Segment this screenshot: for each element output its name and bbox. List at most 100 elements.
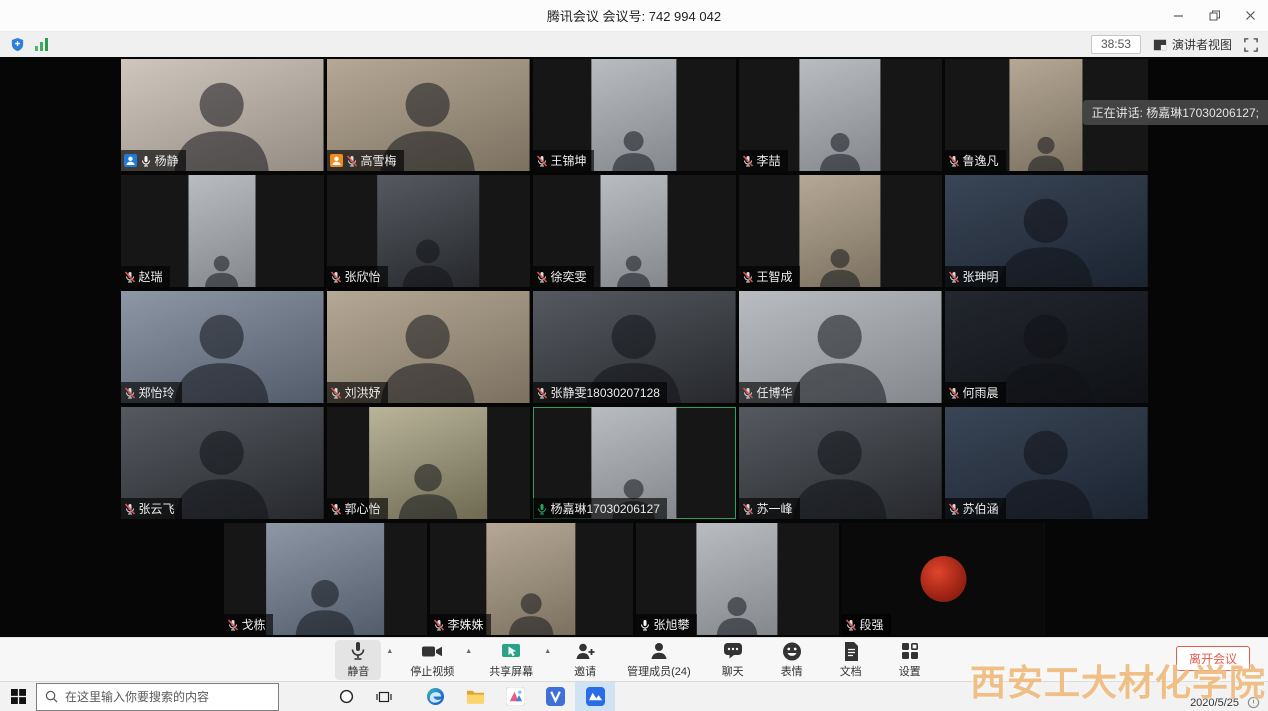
host-badge-icon <box>124 154 137 167</box>
layout-icon <box>1153 38 1167 52</box>
app-triangles-icon[interactable] <box>495 682 535 711</box>
participant-tile[interactable]: 张云飞 <box>121 407 324 519</box>
toolbar-docs-button[interactable]: 文档 <box>828 640 874 680</box>
edge-browser-icon[interactable] <box>415 682 455 711</box>
mic-muted-icon <box>948 271 960 283</box>
meeting-top-bar: 38:53 演讲者视图 <box>0 32 1268 57</box>
mic-muted-icon <box>124 271 136 283</box>
participant-tile[interactable]: 郑怡玲 <box>121 291 324 403</box>
toolbar-item-label: 共享屏幕 <box>489 663 533 679</box>
participant-name-label: 王锦坤 <box>533 150 594 171</box>
notification-icon[interactable] <box>1247 696 1260 711</box>
participant-tile[interactable]: 张欣怡 <box>327 175 530 287</box>
toolbar-emoji-button[interactable]: 表情 <box>769 640 815 680</box>
participant-tile[interactable]: 任博华 <box>739 291 942 403</box>
meeting-timer: 38:53 <box>1091 35 1141 54</box>
participant-tile[interactable]: 王智成 <box>739 175 942 287</box>
participant-name: 王智成 <box>757 268 793 285</box>
participant-name: 李姝姝 <box>448 616 484 633</box>
taskbar-search[interactable] <box>36 683 279 711</box>
caret-up-icon[interactable]: ▲ <box>465 648 472 655</box>
docs-icon <box>840 641 862 662</box>
cortana-icon[interactable] <box>327 682 365 711</box>
toolbar-invite-button[interactable]: 邀请 <box>562 640 608 680</box>
participant-tile[interactable]: 戈栋 <box>224 523 427 635</box>
shield-icon[interactable] <box>10 37 25 52</box>
mic-muted-icon <box>536 155 548 167</box>
participant-tile[interactable]: 杨嘉琳17030206127 <box>533 407 736 519</box>
participant-tile[interactable]: 张旭攀 <box>636 523 839 635</box>
emoji-icon <box>781 641 803 662</box>
video-row: 戈栋 李姝姝 张旭攀 段强 <box>0 521 1268 637</box>
leave-meeting-button[interactable]: 离开会议 <box>1176 646 1250 671</box>
minimize-icon[interactable] <box>1160 0 1196 31</box>
participant-tile[interactable]: 杨静 <box>121 59 324 171</box>
toolbar-item-label: 静音 <box>347 663 369 679</box>
participant-tile[interactable]: 高雪梅 <box>327 59 530 171</box>
participant-name-label: 张欣怡 <box>327 266 388 287</box>
caret-up-icon[interactable]: ▲ <box>386 648 393 655</box>
participant-tile[interactable]: 王锦坤 <box>533 59 736 171</box>
participant-name-label: 张旭攀 <box>636 614 697 635</box>
caret-up-icon[interactable]: ▲ <box>544 648 551 655</box>
participant-tile[interactable]: 郭心怡 <box>327 407 530 519</box>
toolbar-item-label: 邀请 <box>574 663 596 679</box>
participant-tile[interactable]: 段强 <box>842 523 1045 635</box>
toolbar-camera-button[interactable]: 停止视频 <box>404 640 460 680</box>
participant-tile[interactable]: 张珅明 <box>945 175 1148 287</box>
participant-name: 何雨晨 <box>963 384 999 401</box>
mic-muted-icon <box>124 387 136 399</box>
participant-tile[interactable]: 何雨晨 <box>945 291 1148 403</box>
taskbar-date[interactable]: 2020/5/25 <box>1190 697 1239 711</box>
participant-tile[interactable]: 徐奕雯 <box>533 175 736 287</box>
mic-muted-icon <box>346 155 358 167</box>
cohost-badge-icon <box>330 154 343 167</box>
participant-name-label: 戈栋 <box>224 614 273 635</box>
participant-tile[interactable]: 苏一峰 <box>739 407 942 519</box>
toolbar-members-button[interactable]: 管理成员(24) <box>621 640 697 680</box>
mic-muted-icon <box>845 619 857 631</box>
participant-tile[interactable]: 刘洪妤 <box>327 291 530 403</box>
speaker-view-button[interactable]: 演讲者视图 <box>1153 36 1232 53</box>
fullscreen-icon[interactable] <box>1244 38 1258 52</box>
participant-tile[interactable]: 赵瑞 <box>121 175 324 287</box>
participant-name: 张欣怡 <box>345 268 381 285</box>
toolbar-settings-button[interactable]: 设置 <box>887 640 933 680</box>
participant-tile[interactable]: 张静雯18030207128 <box>533 291 736 403</box>
start-icon[interactable] <box>0 682 36 711</box>
mic-muted-icon <box>330 387 342 399</box>
share-screen-icon <box>500 641 522 662</box>
participant-name: 张旭攀 <box>654 616 690 633</box>
participant-name-label: 郑怡玲 <box>121 382 182 403</box>
participant-name: 苏一峰 <box>757 500 793 517</box>
toolbar-mic-button[interactable]: 静音 <box>335 640 381 680</box>
mic-muted-icon <box>330 503 342 515</box>
participant-name: 张珅明 <box>963 268 999 285</box>
toolbar-share-screen-button[interactable]: 共享屏幕 <box>483 640 539 680</box>
participant-name-label: 何雨晨 <box>945 382 1006 403</box>
participant-video <box>266 523 384 635</box>
video-grid: 杨静 高雪梅王锦坤 李喆鲁逸凡赵瑞张欣怡 徐奕雯王智成 张珅明郑怡玲 刘洪妤张静雯1803… <box>0 57 1268 637</box>
participant-tile[interactable]: 李姝姝 <box>430 523 633 635</box>
restore-icon[interactable] <box>1196 0 1232 31</box>
taskbar-apps <box>415 682 615 711</box>
network-signal-icon[interactable] <box>34 38 49 51</box>
participant-tile[interactable]: 李喆 <box>739 59 942 171</box>
close-icon[interactable] <box>1232 0 1268 31</box>
participant-name-label: 鲁逸凡 <box>945 150 1006 171</box>
toolbar-items: 静音 ▲ 停止视频 ▲ 共享屏幕 ▲ 邀请 管理成员(24) 聊天表情文档设置 <box>335 640 932 680</box>
app-v-icon[interactable] <box>535 682 575 711</box>
participant-name-label: 张珅明 <box>945 266 1006 287</box>
task-view-icon[interactable] <box>365 682 403 711</box>
mic-muted-icon <box>742 387 754 399</box>
mic-icon <box>347 641 369 662</box>
participant-tile[interactable]: 苏伯涵 <box>945 407 1148 519</box>
toolbar-chat-button[interactable]: 聊天 <box>710 640 756 680</box>
search-input[interactable] <box>65 690 270 704</box>
file-explorer-icon[interactable] <box>455 682 495 711</box>
participant-video <box>486 523 575 635</box>
participant-name: 杨静 <box>155 152 179 169</box>
participant-name-label: 任博华 <box>739 382 800 403</box>
tencent-meeting-icon[interactable] <box>575 682 615 711</box>
participant-name: 张云飞 <box>139 500 175 517</box>
